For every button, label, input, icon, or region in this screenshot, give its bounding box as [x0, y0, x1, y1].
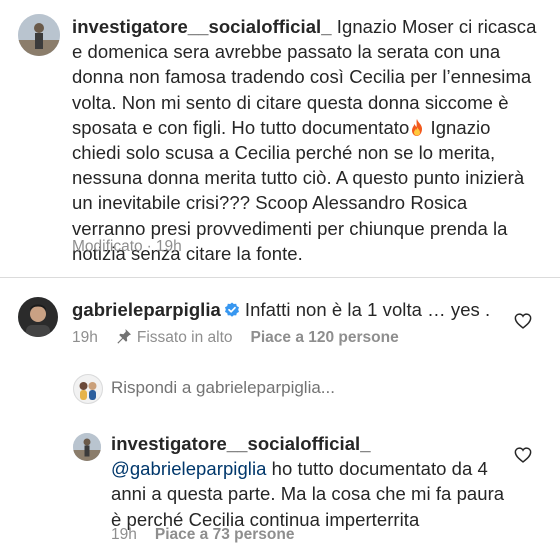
verified-badge-icon: [224, 302, 240, 318]
divider: [0, 277, 560, 278]
comment-text: gabrieleparpiglia Infatti non è la 1 volt…: [72, 297, 512, 322]
avatar-investigatore[interactable]: [73, 433, 101, 461]
pinned-label: Fissato in alto: [136, 329, 233, 346]
comment-text: investigatore__socialofficial_ Ignazio M…: [72, 14, 542, 266]
comment-meta: Modificato · 19h: [72, 238, 194, 256]
reply-time: 19h: [111, 526, 137, 543]
comment-time: 19h: [155, 238, 182, 255]
edited-label: Modificato: [72, 238, 143, 255]
comment-username[interactable]: investigatore__socialofficial_: [72, 16, 332, 37]
reply-likes-count[interactable]: Piace a 73 persone: [155, 526, 295, 543]
comment-time: 19h: [72, 329, 98, 346]
reply-mention-link[interactable]: @gabrieleparpiglia: [111, 458, 266, 479]
heart-outline-icon[interactable]: [514, 447, 532, 463]
comment-username[interactable]: gabrieleparpiglia: [72, 299, 221, 320]
reply-text: investigatore__socialofficial_ @gabriele…: [111, 431, 506, 532]
meta-separator: ·: [146, 238, 152, 255]
avatar-gabrieleparpiglia[interactable]: [18, 297, 58, 337]
reply-username[interactable]: investigatore__socialofficial_: [111, 433, 371, 454]
comment-meta: 19h Fissato in alto Piace a 120 persone: [72, 328, 411, 347]
avatar-investigatore[interactable]: [18, 14, 60, 56]
pin-icon: [116, 328, 132, 344]
heart-outline-icon[interactable]: [514, 313, 532, 329]
likes-count[interactable]: Piace a 120 persone: [251, 329, 399, 346]
reply-meta: 19h Piace a 73 persone: [111, 526, 306, 544]
comment-body: Infatti non è la 1 volta … yes .: [244, 299, 491, 320]
avatar-current-user: [73, 374, 103, 404]
fire-emoji-icon: [409, 118, 425, 137]
reply-input-prompt[interactable]: Rispondi a gabrieleparpiglia...: [111, 378, 335, 398]
